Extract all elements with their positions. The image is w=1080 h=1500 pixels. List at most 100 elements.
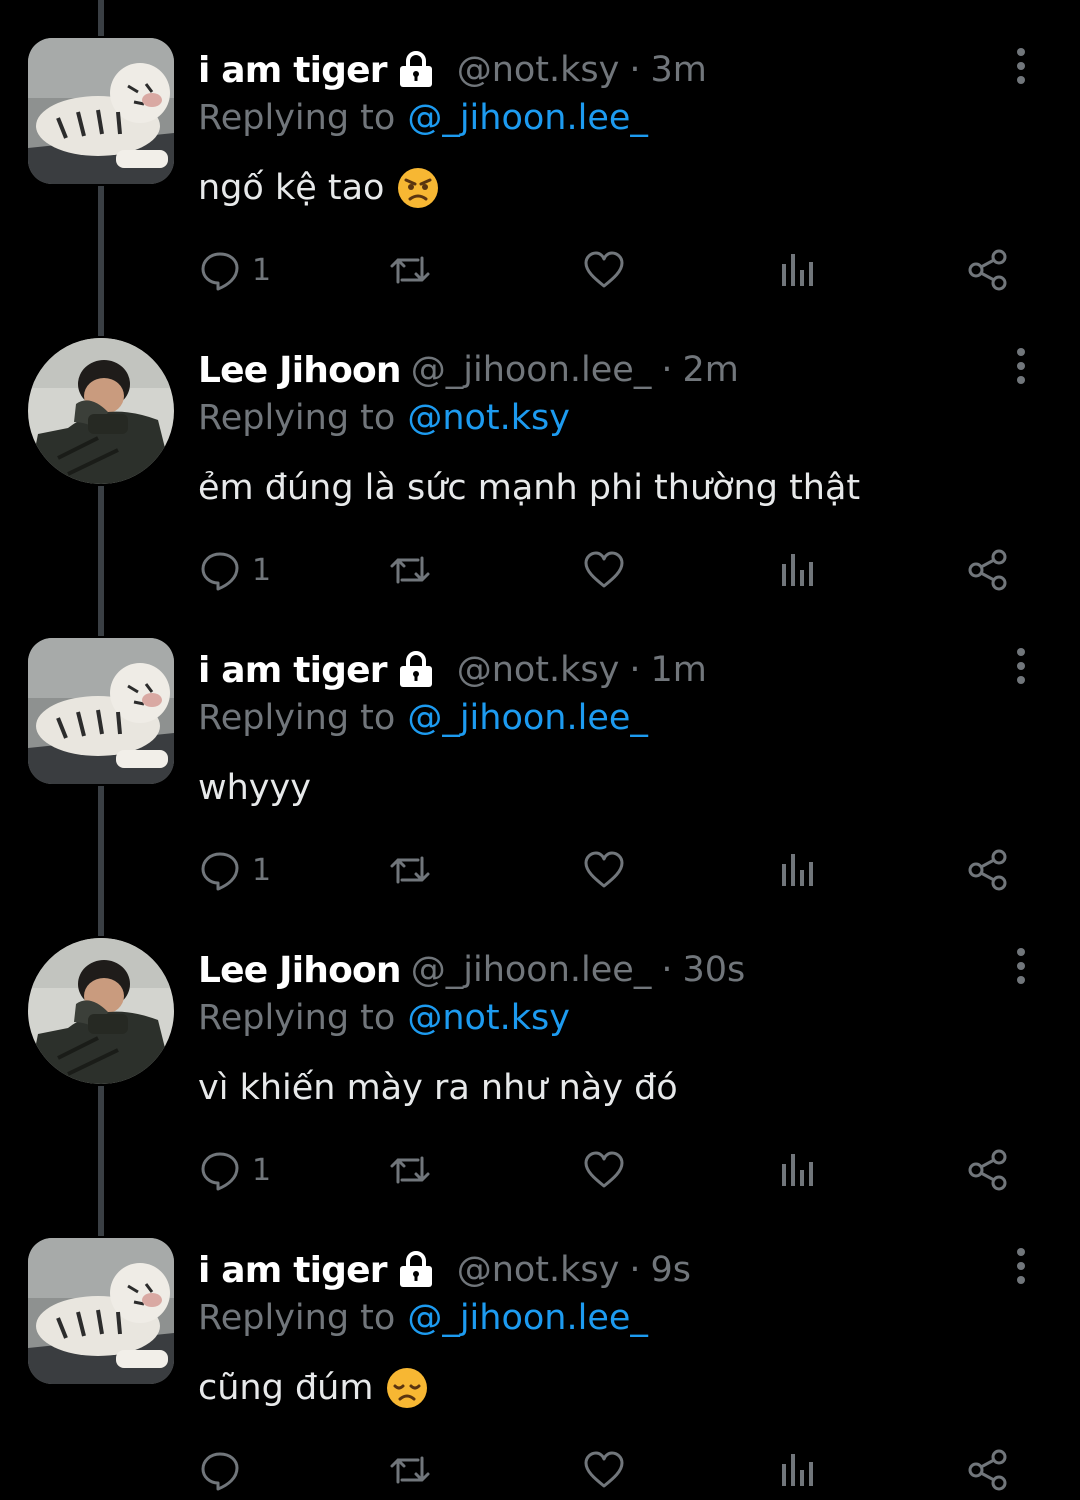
heart-icon bbox=[584, 551, 624, 588]
tweet-text: ngố kệ tao bbox=[198, 162, 440, 214]
replying-to-handle[interactable]: @not.ksy bbox=[407, 998, 570, 1038]
separator: · bbox=[661, 950, 673, 990]
like-button[interactable] bbox=[582, 1144, 626, 1196]
separator: · bbox=[629, 650, 641, 690]
views-button[interactable] bbox=[774, 844, 818, 896]
lock-icon bbox=[397, 651, 435, 689]
reply-count: 1 bbox=[252, 1152, 272, 1188]
tweet[interactable]: i am tiger @not.ksy · 9s Replying to @_j… bbox=[0, 1200, 1080, 1500]
thread-connector bbox=[98, 0, 104, 36]
reply-icon bbox=[201, 1452, 239, 1491]
views-icon bbox=[782, 1154, 813, 1186]
tweet-header: i am tiger @not.ksy · 1m bbox=[198, 646, 707, 694]
replying-to: Replying to @not.ksy bbox=[198, 994, 570, 1042]
display-name[interactable]: Lee Jihoon bbox=[198, 350, 402, 391]
like-button[interactable] bbox=[582, 544, 626, 596]
more-vertical-icon[interactable] bbox=[1004, 44, 1038, 88]
share-button[interactable] bbox=[966, 844, 1010, 896]
tweet-text-content: ẻm đúng là sức mạnh phi thường thật bbox=[198, 468, 861, 508]
replying-to-label: Replying to bbox=[198, 998, 396, 1038]
reply-button[interactable]: 1 bbox=[198, 844, 271, 896]
tweet[interactable]: Lee Jihoon @_jihoon.lee_ · 2m Replying t… bbox=[0, 300, 1080, 634]
reply-button[interactable]: 1 bbox=[198, 1144, 271, 1196]
retweet-button[interactable] bbox=[388, 1144, 432, 1196]
reply-button[interactable]: 1 bbox=[198, 544, 271, 596]
retweet-icon bbox=[390, 1456, 430, 1484]
views-button[interactable] bbox=[774, 1144, 818, 1196]
like-button[interactable] bbox=[582, 244, 626, 296]
tweet-text: whyyy bbox=[198, 762, 311, 814]
user-handle[interactable]: @_jihoon.lee_ bbox=[411, 950, 652, 990]
user-handle[interactable]: @not.ksy bbox=[457, 1250, 620, 1290]
retweet-button[interactable] bbox=[388, 244, 432, 296]
display-name[interactable]: i am tiger bbox=[198, 1250, 388, 1291]
avatar[interactable] bbox=[28, 1238, 174, 1384]
share-button[interactable] bbox=[966, 1444, 1010, 1496]
heart-icon bbox=[584, 1451, 624, 1488]
views-button[interactable] bbox=[774, 1444, 818, 1496]
separator: · bbox=[661, 350, 673, 390]
display-name[interactable]: i am tiger bbox=[198, 650, 388, 691]
retweet-button[interactable] bbox=[388, 544, 432, 596]
avatar[interactable] bbox=[28, 38, 174, 184]
tweet[interactable]: Lee Jihoon @_jihoon.lee_ · 30s Replying … bbox=[0, 900, 1080, 1234]
timestamp[interactable]: 1m bbox=[651, 650, 707, 690]
share-icon bbox=[968, 1449, 1007, 1491]
heart-icon bbox=[584, 251, 624, 288]
replying-to-label: Replying to bbox=[198, 1298, 396, 1338]
replying-to-handle[interactable]: @_jihoon.lee_ bbox=[407, 1298, 648, 1338]
reply-thread: i am tiger @not.ksy · 3m Replying to @_j… bbox=[0, 0, 1080, 1491]
tweet[interactable]: i am tiger @not.ksy · 3m Replying to @_j… bbox=[0, 0, 1080, 334]
timestamp[interactable]: 9s bbox=[651, 1250, 692, 1290]
replying-to-label: Replying to bbox=[198, 98, 396, 138]
tweet-text-content: cũng đúm bbox=[198, 1368, 374, 1408]
views-button[interactable] bbox=[774, 244, 818, 296]
replying-to-handle[interactable]: @_jihoon.lee_ bbox=[407, 698, 648, 738]
more-vertical-icon[interactable] bbox=[1004, 344, 1038, 388]
share-button[interactable] bbox=[966, 1144, 1010, 1196]
avatar[interactable] bbox=[28, 938, 174, 1084]
retweet-icon bbox=[390, 856, 430, 884]
replying-to-label: Replying to bbox=[198, 398, 396, 438]
timestamp[interactable]: 2m bbox=[682, 350, 738, 390]
user-handle[interactable]: @not.ksy bbox=[457, 50, 620, 90]
tweet-header: Lee Jihoon @_jihoon.lee_ · 2m bbox=[198, 346, 739, 394]
heart-icon bbox=[584, 1151, 624, 1188]
user-handle[interactable]: @_jihoon.lee_ bbox=[411, 350, 652, 390]
more-vertical-icon[interactable] bbox=[1004, 944, 1038, 988]
avatar[interactable] bbox=[28, 638, 174, 784]
views-button[interactable] bbox=[774, 544, 818, 596]
retweet-button[interactable] bbox=[388, 844, 432, 896]
retweet-icon bbox=[390, 556, 430, 584]
views-icon bbox=[782, 554, 813, 586]
replying-to-handle[interactable]: @_jihoon.lee_ bbox=[407, 98, 648, 138]
share-button[interactable] bbox=[966, 244, 1010, 296]
replying-to-handle[interactable]: @not.ksy bbox=[407, 398, 570, 438]
lock-icon bbox=[397, 51, 435, 89]
display-name[interactable]: i am tiger bbox=[198, 50, 388, 91]
separator: · bbox=[629, 50, 641, 90]
disappointed-face-icon bbox=[385, 1366, 429, 1410]
share-icon bbox=[968, 849, 1007, 891]
display-name[interactable]: Lee Jihoon bbox=[198, 950, 402, 991]
like-button[interactable] bbox=[582, 1444, 626, 1496]
timestamp[interactable]: 30s bbox=[682, 950, 745, 990]
angry-face-icon bbox=[396, 166, 440, 210]
retweet-button[interactable] bbox=[388, 1444, 432, 1496]
timestamp[interactable]: 3m bbox=[651, 50, 707, 90]
thread-connector bbox=[98, 600, 104, 636]
thread-connector bbox=[98, 900, 104, 936]
more-vertical-icon[interactable] bbox=[1004, 1244, 1038, 1288]
tweet[interactable]: i am tiger @not.ksy · 1m Replying to @_j… bbox=[0, 600, 1080, 934]
more-vertical-icon[interactable] bbox=[1004, 644, 1038, 688]
like-button[interactable] bbox=[582, 844, 626, 896]
share-button[interactable] bbox=[966, 544, 1010, 596]
reply-button[interactable] bbox=[198, 1444, 252, 1496]
reply-button[interactable]: 1 bbox=[198, 244, 271, 296]
replying-to-label: Replying to bbox=[198, 698, 396, 738]
reply-icon bbox=[201, 552, 239, 591]
reply-icon bbox=[201, 1152, 239, 1191]
user-handle[interactable]: @not.ksy bbox=[457, 650, 620, 690]
views-icon bbox=[782, 854, 813, 886]
avatar[interactable] bbox=[28, 338, 174, 484]
